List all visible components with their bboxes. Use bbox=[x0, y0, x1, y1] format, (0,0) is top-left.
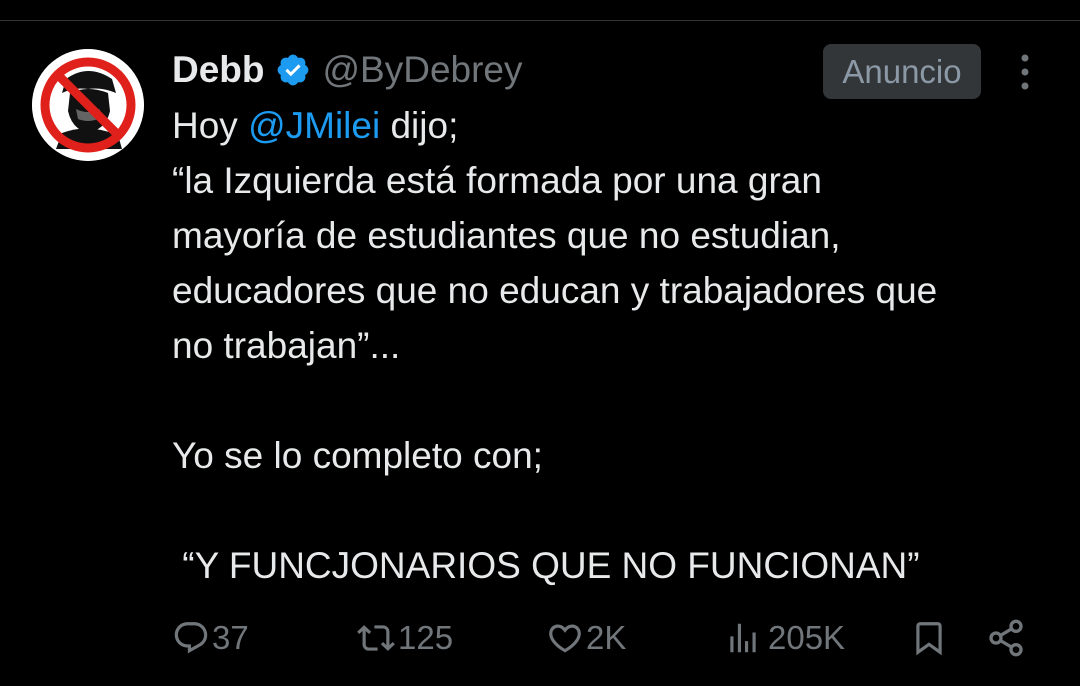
text-segment: dijo; bbox=[380, 105, 459, 146]
text-line: educadores que no educan y trabajadores … bbox=[172, 270, 938, 311]
share-button[interactable] bbox=[986, 612, 1026, 664]
tweet-text: Hoy @JMilei dijo; “la Izquierda está for… bbox=[172, 98, 1062, 593]
text-line: Yo se lo completo con; bbox=[172, 435, 543, 476]
like-button[interactable]: 2K bbox=[546, 612, 626, 664]
heart-icon bbox=[549, 624, 581, 653]
ad-badge: Anuncio bbox=[823, 44, 981, 99]
author-name[interactable]: Debb bbox=[172, 49, 265, 91]
text-line: no trabajan”... bbox=[172, 325, 401, 366]
divider bbox=[0, 20, 1080, 21]
tweet[interactable]: Debb @ByDebrey Anuncio Hoy @JMilei dijo;… bbox=[0, 0, 1080, 686]
like-count: 2K bbox=[586, 619, 627, 656]
share-icon bbox=[989, 619, 1023, 657]
text-line: “Y FUNCJONARIOS QUE NO FUNCIONAN” bbox=[172, 545, 920, 586]
repost-count: 125 bbox=[398, 619, 454, 656]
prohibited-portrait-icon bbox=[32, 49, 144, 161]
text-segment: Hoy bbox=[172, 105, 249, 146]
views-count: 205K bbox=[768, 619, 846, 656]
action-bar: 37 125 2K 205K bbox=[172, 612, 1032, 664]
repost-icon bbox=[357, 625, 395, 651]
more-vertical-icon[interactable] bbox=[1011, 52, 1039, 92]
text-gap bbox=[172, 373, 1062, 428]
tweet-header: Debb @ByDebrey bbox=[172, 46, 523, 94]
views-button[interactable]: 205K bbox=[724, 612, 845, 664]
bookmark-button[interactable] bbox=[910, 612, 948, 664]
text-line: mayoría de estudiantes que no estudian, bbox=[172, 215, 841, 256]
reply-button[interactable]: 37 bbox=[172, 612, 249, 664]
reply-count: 37 bbox=[212, 619, 249, 656]
avatar[interactable] bbox=[32, 49, 144, 161]
verified-badge-icon[interactable] bbox=[275, 52, 311, 88]
views-icon bbox=[730, 623, 756, 653]
reply-icon bbox=[174, 622, 208, 654]
bookmark-icon bbox=[916, 622, 942, 656]
text-line: Hoy @JMilei dijo; bbox=[172, 98, 1062, 153]
text-line: “la Izquierda está formada por una gran bbox=[172, 160, 822, 201]
repost-button[interactable]: 125 bbox=[356, 612, 453, 664]
author-handle[interactable]: @ByDebrey bbox=[323, 49, 523, 91]
mention-link[interactable]: @JMilei bbox=[248, 105, 380, 146]
text-gap bbox=[172, 483, 1062, 538]
